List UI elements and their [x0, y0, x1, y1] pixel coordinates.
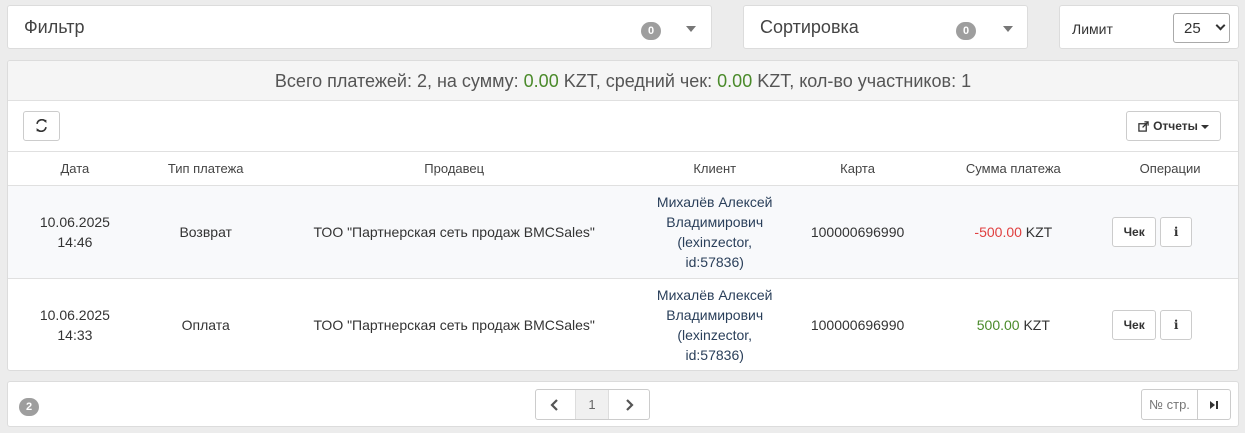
client-name-2: Владимирович: [666, 213, 764, 230]
refresh-icon: [36, 118, 47, 133]
last-page-button[interactable]: [1197, 389, 1231, 420]
cell-seller: ТОО "Партнерская сеть продаж BMCSales": [269, 278, 639, 370]
cell-type: Возврат: [141, 185, 270, 279]
limit-value: 25: [1184, 20, 1201, 37]
filter-label: Фильтр: [24, 17, 85, 37]
refresh-button[interactable]: [23, 111, 60, 141]
page-number-input[interactable]: № стр.: [1141, 389, 1198, 420]
chevron-left-icon: [550, 398, 559, 411]
table-row: 10.06.2025 14:33 Оплата ТОО "Партнерская…: [8, 278, 1238, 370]
cell-client: Михалёв Алексей Владимирович (lexinzecto…: [638, 278, 791, 370]
export-icon: [1138, 121, 1149, 133]
filter-panel[interactable]: Фильтр 0: [7, 5, 712, 49]
col-payment-type[interactable]: Тип платежа: [141, 152, 270, 186]
chevron-down-icon: [1215, 20, 1226, 31]
pager: 1: [535, 389, 650, 420]
client-id: id:57836): [685, 253, 744, 270]
chevron-down-icon[interactable]: [1003, 26, 1013, 32]
cell-seller: ТОО "Партнерская сеть продаж BMCSales": [269, 185, 639, 279]
col-amount[interactable]: Сумма платежа: [924, 152, 1103, 186]
cell-operations: Чек i: [1102, 278, 1238, 370]
time-value: 14:33: [57, 326, 93, 343]
limit-panel: Лимит 25: [1059, 5, 1239, 49]
next-page-button[interactable]: [609, 390, 649, 419]
payments-panel: Всего платежей: 2, на сумму: 0.00 KZT, с…: [7, 60, 1239, 371]
table-row: 10.06.2025 14:46 Возврат ТОО "Партнерска…: [8, 185, 1238, 279]
cell-type: Оплата: [141, 278, 270, 370]
col-client[interactable]: Клиент: [638, 152, 791, 186]
pagination-panel: 2 1 № стр.: [7, 381, 1239, 427]
client-login: (lexinzector,: [677, 326, 753, 343]
summary-mid2: KZT, кол-во участников: 1: [752, 71, 972, 91]
time-value: 14:46: [57, 233, 93, 250]
limit-label: Лимит: [1072, 21, 1113, 37]
reports-label: Отчеты: [1153, 119, 1198, 133]
page-1-button[interactable]: 1: [575, 390, 610, 419]
client-name: Михалёв Алексей: [656, 286, 773, 303]
cell-card: 100000696990: [790, 185, 925, 279]
date-value: 10.06.2025: [39, 306, 110, 323]
cell-amount: -500.00 KZT: [924, 185, 1103, 279]
col-operations: Операции: [1102, 152, 1238, 186]
limit-select[interactable]: 25: [1173, 13, 1230, 43]
caret-down-icon: [1200, 124, 1209, 129]
toolbar: Отчеты: [8, 101, 1238, 152]
table-header-row: Дата Тип платежа Продавец Клиент Карта С…: [8, 152, 1238, 186]
amount-currency: KZT: [1025, 223, 1053, 240]
cell-date: 10.06.2025 14:33: [8, 278, 142, 370]
amount-value: 500.00: [976, 316, 1020, 333]
client-name-2: Владимирович: [666, 306, 764, 323]
reports-button[interactable]: Отчеты: [1126, 111, 1221, 141]
check-button[interactable]: Чек: [1112, 309, 1157, 340]
client-name: Михалёв Алексей: [656, 193, 773, 210]
summary-sum: 0.00: [523, 71, 559, 91]
chevron-down-icon[interactable]: [686, 26, 696, 32]
info-icon[interactable]: i: [1160, 216, 1193, 247]
col-card[interactable]: Карта: [790, 152, 925, 186]
info-icon[interactable]: i: [1160, 309, 1193, 340]
cell-amount: 500.00 KZT: [924, 278, 1103, 370]
client-login: (lexinzector,: [677, 233, 753, 250]
prev-page-button[interactable]: [536, 390, 576, 419]
cell-operations: Чек i: [1102, 185, 1238, 279]
chevron-right-icon: [626, 398, 634, 411]
cell-date: 10.06.2025 14:46: [8, 185, 142, 279]
filter-count-badge: 0: [641, 22, 661, 40]
amount-currency: KZT: [1023, 316, 1050, 333]
date-value: 10.06.2025: [39, 213, 110, 230]
summary-mid1: KZT, средний чек:: [558, 71, 718, 91]
payments-table: Дата Тип платежа Продавец Клиент Карта С…: [8, 152, 1238, 370]
summary-avg: 0.00: [717, 71, 753, 91]
amount-value: -500.00: [974, 223, 1022, 240]
total-count-badge: 2: [19, 398, 39, 416]
sort-panel[interactable]: Сортировка 0: [743, 5, 1028, 49]
check-button[interactable]: Чек: [1112, 216, 1157, 247]
col-date[interactable]: Дата: [8, 152, 142, 186]
sort-label: Сортировка: [760, 17, 859, 37]
sort-count-badge: 0: [956, 22, 976, 40]
cell-card: 100000696990: [790, 278, 925, 370]
summary-prefix: Всего платежей: 2, на сумму:: [274, 71, 524, 91]
payments-summary: Всего платежей: 2, на сумму: 0.00 KZT, с…: [8, 61, 1238, 101]
last-page-icon: [1210, 400, 1218, 409]
client-id: id:57836): [685, 346, 744, 363]
col-seller[interactable]: Продавец: [269, 152, 639, 186]
cell-client: Михалёв Алексей Владимирович (lexinzecto…: [638, 185, 791, 279]
